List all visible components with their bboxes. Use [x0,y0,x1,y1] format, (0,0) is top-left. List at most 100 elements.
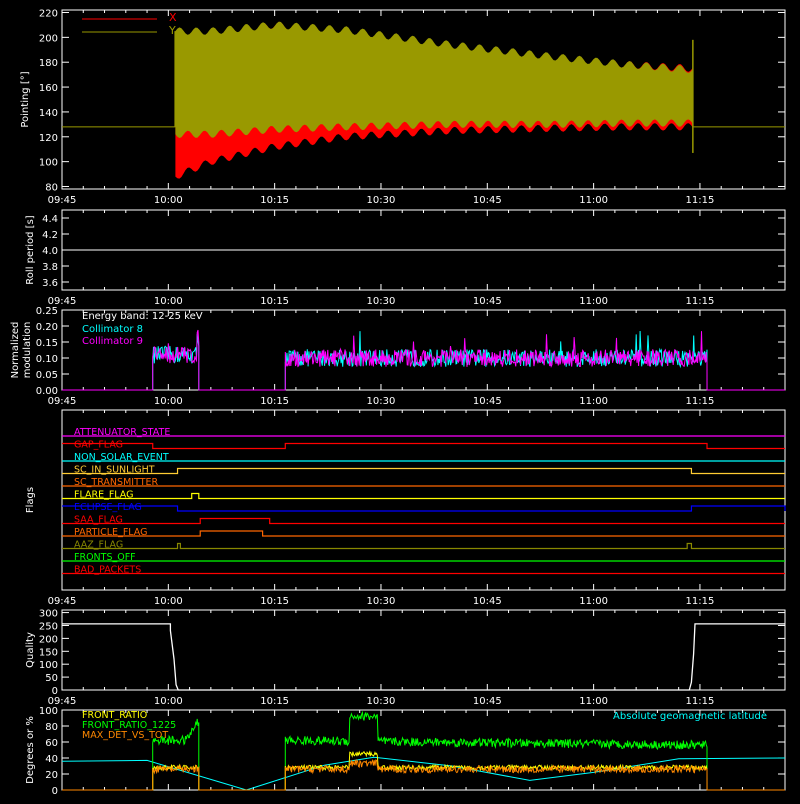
plot-frame [61,409,786,591]
x-tick-label: 10:45 [473,596,502,607]
x-tick-label: 10:15 [260,696,289,707]
y-axis-label: Flags [25,487,36,513]
panel-roll: 09:45 10:00 10:15 10:30 10:45 11:00 11:15Roll … [25,209,786,307]
y-tick-label: 100 [39,660,58,671]
y-tick-label: 0.25 [36,306,58,317]
energy-band-annotation: Energy band: 12-25 keV [82,311,203,322]
x-tick-label: 10:30 [367,195,396,206]
y-tick-label: 4.0 [42,246,58,257]
x-tick-label: 09:45 [48,596,77,607]
y-tick-label: 4.2 [42,230,58,241]
chart-figure: 09:45 10:00 10:15 10:30 10:45 11:00 11:15 Point… [0,0,800,800]
y-tick-label: 140 [39,108,58,119]
x-tick-label: 10:00 [154,396,183,407]
flag-trace-sc_in_sunlight [62,467,785,475]
x-tick-label: 10:45 [473,396,502,407]
x-tick-label: 09:45 [48,195,77,206]
flag-label-eclipse_flag: ECLIPSE_FLAG [74,502,142,513]
x-tick-label: 11:00 [579,596,608,607]
y-tick-label: 0.05 [36,370,58,381]
flag-trace-aaz_flag [62,542,785,550]
panel-pointing: 09:45 10:00 10:15 10:30 10:45 11:00 11:15 Point… [20,8,786,206]
panel-modulation: 09:45 10:00 10:15 10:30 10:45 11:00 11:15 Norma… [10,306,786,407]
y-tick-label: 3.8 [42,262,58,273]
series-max-det-vs-tot [62,758,785,791]
y-axis-label: Degrees or % [25,716,36,784]
y-tick-label: 100 [39,158,58,169]
legend-label: MAX_DET_VS_TOT [82,730,168,741]
flag-trace-gap_flag [62,442,785,450]
y-tick-label: 160 [39,83,58,94]
x-tick-label: 10:15 [260,296,289,307]
x-tick-label: 10:45 [473,195,502,206]
x-tick-label: 11:15 [686,596,715,607]
x-tick-label: 10:15 [260,396,289,407]
y-axis-label: Normalizedmodulation [10,322,33,379]
x-tick-label: 10:30 [367,696,396,707]
y-tick-label: 100 [39,706,58,717]
y-tick-label: 0.10 [36,354,58,365]
x-tick-label: 10:30 [367,296,396,307]
flag-label-gap_flag: GAP_FLAG [74,440,123,451]
x-tick-label: 11:15 [686,396,715,407]
y-tick-label: 80 [45,722,58,733]
panel-quality: 09:45 10:00 10:15 10:30 10:45 11:00 11:15Quali… [25,609,786,707]
x-tick-label: 10:30 [367,596,396,607]
y-tick-label: 120 [39,133,58,144]
panel-ratio: Degrees or %020406080100 FRONT_RATIOFRONT… [25,706,786,797]
geomagnetic-latitude-line [61,756,786,791]
y-tick-label: 0.15 [36,338,58,349]
x-tick-label: 11:00 [579,195,608,206]
latitude-annotation: Absolute geomagnetic latitude [613,711,767,722]
legend-label: Collimator 8 [82,324,143,335]
y-tick-label: 250 [39,621,58,632]
series-y-envelope [175,21,693,139]
x-tick-label: 10:45 [473,296,502,307]
x-tick-label: 10:15 [260,596,289,607]
flag-trace-particle_flag [62,530,785,537]
y-tick-label: 0 [52,686,58,697]
y-tick-label: 150 [39,647,58,658]
y-tick-label: 0 [52,786,58,797]
y-tick-label: 200 [39,33,58,44]
quality-line [62,623,785,691]
y-tick-label: 40 [45,754,58,765]
x-tick-label: 10:30 [367,396,396,407]
y-tick-label: 20 [45,770,58,781]
y-tick-label: 0.20 [36,322,58,333]
chart-svg: 09:45 10:00 10:15 10:30 10:45 11:00 11:15 Point… [10,8,786,797]
y-tick-label: 220 [39,8,58,19]
y-axis-label: Roll period [s] [25,215,36,284]
x-tick-label: 11:15 [686,696,715,707]
x-tick-label: 09:45 [48,396,77,407]
x-tick-label: 10:00 [154,296,183,307]
y-tick-label: 200 [39,634,58,645]
y-tick-label: 80 [45,183,58,194]
x-tick-label: 10:00 [154,195,183,206]
x-tick-label: 11:15 [686,195,715,206]
flag-trace-saa_flag [62,517,785,525]
x-tick-label: 10:45 [473,696,502,707]
legend-label: Y [168,24,176,37]
flag-trace-flare_flag [62,492,785,500]
flag-trace-eclipse_flag [62,505,786,512]
y-axis-label: Quality [25,632,36,668]
y-tick-label: 0.00 [36,386,58,397]
panel-flags: 09:45 10:00 10:15 10:30 10:45 11:00 11:15 Flags… [25,409,786,607]
x-tick-label: 11:00 [579,696,608,707]
x-tick-label: 10:15 [260,195,289,206]
y-axis-label: Pointing [°] [20,71,31,127]
x-tick-label: 11:00 [579,396,608,407]
legend-label: Collimator 9 [82,336,143,347]
x-tick-label: 11:00 [579,296,608,307]
x-tick-label: 11:15 [686,296,715,307]
y-tick-label: 3.6 [42,278,58,289]
x-tick-label: 10:00 [154,696,183,707]
y-tick-label: 300 [39,609,58,620]
y-tick-label: 50 [45,673,58,684]
x-tick-label: 10:00 [154,596,183,607]
plot-frame [61,609,786,691]
y-tick-label: 180 [39,58,58,69]
y-tick-label: 4.4 [42,214,58,225]
y-tick-label: 60 [45,738,58,749]
